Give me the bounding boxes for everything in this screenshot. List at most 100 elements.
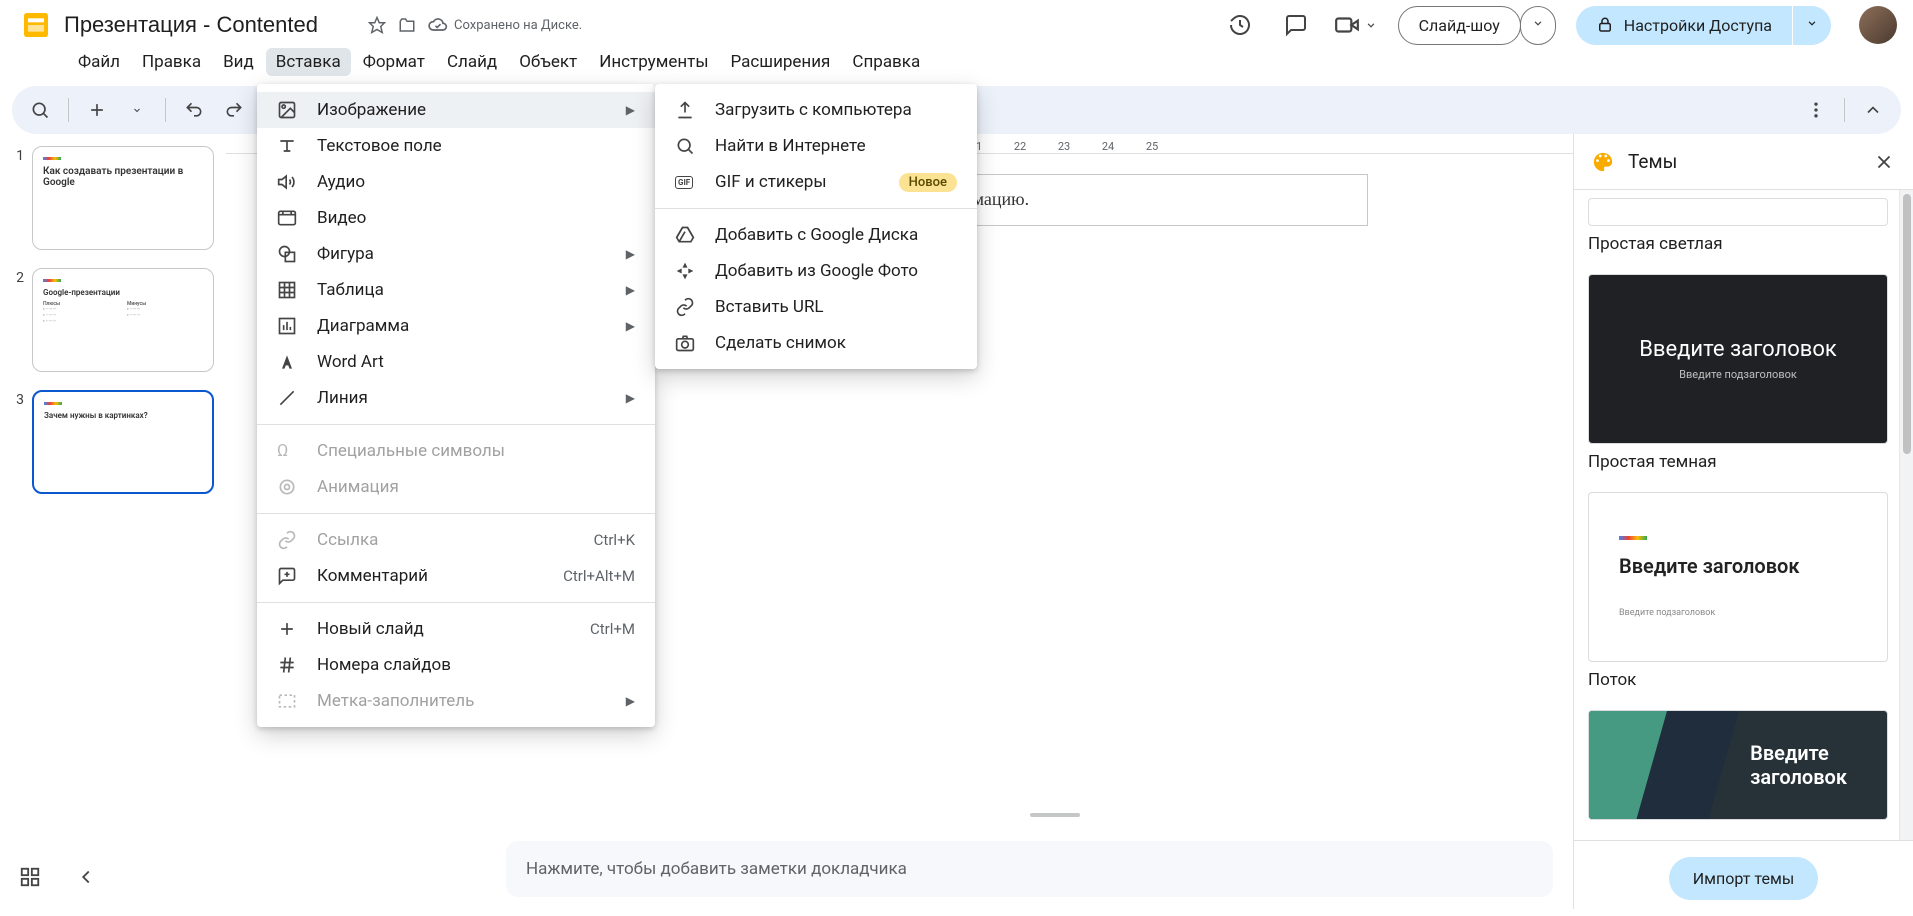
slideshow-dropdown[interactable]: [1520, 6, 1556, 45]
chevron-right-icon: ▶: [626, 391, 635, 405]
theme-label: Простая темная: [1588, 452, 1885, 472]
table-icon: [277, 280, 299, 300]
menu-slide[interactable]: Слайд: [437, 48, 507, 76]
app-logo[interactable]: [16, 5, 56, 45]
thumb-number: 1: [8, 146, 24, 250]
slide-thumbnail-2[interactable]: Google-презентации Плюсы• ········• ····…: [32, 268, 214, 372]
menu-extensions[interactable]: Расширения: [721, 48, 841, 76]
menu-shape[interactable]: Фигура ▶: [257, 236, 655, 272]
menu-video[interactable]: Видео: [257, 200, 655, 236]
notes-resize-handle[interactable]: [1030, 813, 1080, 817]
collapse-toolbar-icon[interactable]: [1857, 94, 1889, 126]
menu-tools[interactable]: Инструменты: [589, 48, 718, 76]
slide-thumbnail-3[interactable]: Зачем нужны в картинках?: [32, 390, 214, 494]
menu-insert[interactable]: Вставка: [266, 48, 351, 76]
menu-help[interactable]: Справка: [842, 48, 930, 76]
animation-icon: [277, 477, 299, 497]
doc-title-input[interactable]: [64, 12, 364, 38]
palette-icon: [1592, 151, 1614, 173]
menu-chart[interactable]: Диаграмма ▶: [257, 308, 655, 344]
theme-preview-streamline[interactable]: Введите заголовок Введите подзаголовок: [1588, 492, 1888, 662]
menu-table[interactable]: Таблица ▶: [257, 272, 655, 308]
search-icon[interactable]: [24, 94, 56, 126]
submenu-photos[interactable]: Добавить из Google Фото: [655, 253, 977, 289]
menu-edit[interactable]: Правка: [132, 48, 211, 76]
placeholder-icon: [277, 691, 299, 711]
menu-animation: Анимация: [257, 469, 655, 505]
share-button[interactable]: Настройки Доступа: [1576, 6, 1792, 45]
plus-icon: [277, 619, 299, 639]
menu-file[interactable]: Файл: [68, 48, 130, 76]
chevron-right-icon: ▶: [626, 694, 635, 708]
camera-icon: [675, 333, 697, 353]
chevron-right-icon: ▶: [626, 319, 635, 333]
themes-panel: Темы Простая светлая Введите заголовок В…: [1573, 134, 1913, 909]
drive-icon: [675, 225, 697, 245]
menu-wordart[interactable]: Word Art: [257, 344, 655, 380]
text-box-icon: [277, 136, 299, 156]
chart-icon: [277, 316, 299, 336]
move-icon[interactable]: [398, 16, 416, 34]
menu-special-chars: Ω Специальные символы: [257, 433, 655, 469]
submenu-drive[interactable]: Добавить с Google Диска: [655, 217, 977, 253]
account-avatar[interactable]: [1859, 6, 1897, 44]
thumb-number: 2: [8, 268, 24, 372]
submenu-camera[interactable]: Сделать снимок: [655, 325, 977, 361]
redo-icon[interactable]: [218, 94, 250, 126]
new-badge: Новое: [899, 173, 957, 192]
submenu-upload[interactable]: Загрузить с компьютера: [655, 92, 977, 128]
theme-preview-simple-light[interactable]: [1588, 198, 1888, 226]
chevron-right-icon: ▶: [626, 247, 635, 261]
speaker-notes[interactable]: Нажмите, чтобы добавить заметки докладчи…: [506, 841, 1553, 897]
submenu-search-web[interactable]: Найти в Интернете: [655, 128, 977, 164]
new-slide-button[interactable]: [81, 94, 113, 126]
add-comment-icon: [277, 566, 299, 586]
link-icon: [675, 297, 697, 317]
import-theme-button[interactable]: Импорт темы: [1669, 857, 1819, 900]
grid-view-icon[interactable]: [16, 863, 44, 891]
menu-textbox[interactable]: Текстовое поле: [257, 128, 655, 164]
themes-scrollbar[interactable]: [1899, 190, 1913, 840]
menu-new-slide[interactable]: Новый слайд Ctrl+M: [257, 611, 655, 647]
theme-preview-focus[interactable]: Введите заголовок: [1588, 710, 1888, 820]
undo-icon[interactable]: [178, 94, 210, 126]
slide-thumbnail-1[interactable]: Как создавать презентации в Google: [32, 146, 214, 250]
search-icon: [675, 136, 697, 156]
thumb-number: 3: [8, 390, 24, 494]
menu-comment[interactable]: Комментарий Ctrl+Alt+M: [257, 558, 655, 594]
menu-line[interactable]: Линия ▶: [257, 380, 655, 416]
menu-slide-numbers[interactable]: Номера слайдов: [257, 647, 655, 683]
menu-audio[interactable]: Аудио: [257, 164, 655, 200]
submenu-gif[interactable]: GIF GIF и стикеры Новое: [655, 164, 977, 200]
shapes-icon: [277, 244, 299, 264]
comments-icon[interactable]: [1278, 7, 1314, 43]
new-slide-dropdown[interactable]: [121, 94, 153, 126]
chevron-right-icon: ▶: [626, 283, 635, 297]
slideshow-button[interactable]: Слайд-шоу: [1398, 6, 1521, 45]
themes-title: Темы: [1628, 150, 1677, 173]
close-icon[interactable]: [1873, 151, 1895, 173]
menu-placeholder: Метка-заполнитель ▶: [257, 683, 655, 719]
more-icon[interactable]: [1800, 94, 1832, 126]
theme-preview-simple-dark[interactable]: Введите заголовок Введите подзаголовок: [1588, 274, 1888, 444]
star-icon[interactable]: [368, 16, 386, 34]
menu-object[interactable]: Объект: [509, 48, 587, 76]
history-icon[interactable]: [1222, 7, 1258, 43]
meet-button[interactable]: [1334, 12, 1378, 38]
share-dropdown[interactable]: [1793, 6, 1831, 45]
theme-label: Простая светлая: [1588, 234, 1885, 254]
menu-link: Ссылка Ctrl+K: [257, 522, 655, 558]
menu-view[interactable]: Вид: [213, 48, 264, 76]
omega-icon: Ω: [277, 441, 299, 461]
menu-format[interactable]: Формат: [353, 48, 435, 76]
submenu-url[interactable]: Вставить URL: [655, 289, 977, 325]
image-submenu-panel: Загрузить с компьютера Найти в Интернете…: [655, 84, 977, 369]
link-icon: [277, 530, 299, 550]
chevron-left-icon[interactable]: [72, 863, 100, 891]
menu-image[interactable]: Изображение ▶: [257, 92, 655, 128]
theme-label: Поток: [1588, 670, 1885, 690]
insert-menu-panel: Изображение ▶ Текстовое поле Аудио Видео…: [257, 84, 655, 727]
video-icon: [277, 208, 299, 228]
speaker-notes-placeholder: Нажмите, чтобы добавить заметки докладчи…: [526, 859, 907, 879]
image-icon: [277, 100, 299, 120]
